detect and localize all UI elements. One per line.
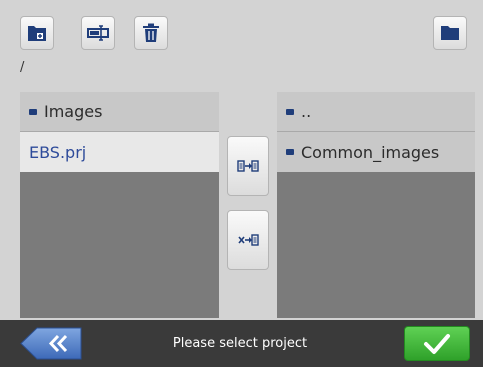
trash-icon (143, 23, 159, 42)
folder-icon (286, 149, 294, 155)
status-message: Please select project (172, 336, 308, 351)
remove-to-list-button[interactable] (227, 210, 269, 270)
right-file-list[interactable]: .. Common_images (277, 92, 475, 318)
rename-button[interactable] (81, 16, 115, 50)
copy-to-list-icon (237, 160, 259, 172)
left-list-header-label: Images (44, 102, 103, 121)
folder-icon (286, 108, 294, 115)
list-item[interactable]: Common_images (277, 132, 475, 172)
back-button[interactable] (20, 327, 83, 360)
new-folder-icon (28, 26, 46, 41)
open-folder-button[interactable] (433, 16, 467, 50)
copy-to-list-button[interactable] (227, 136, 269, 196)
confirm-button[interactable] (404, 326, 470, 361)
list-item[interactable]: EBS.prj (20, 132, 219, 172)
right-list-header-label: .. (301, 102, 312, 121)
checkmark-icon (424, 333, 450, 354)
rename-icon (87, 25, 109, 41)
list-item-label: Common_images (301, 142, 440, 162)
right-list-header[interactable]: .. (277, 92, 475, 132)
folder-icon (441, 26, 459, 40)
current-path: / (20, 60, 25, 75)
folder-icon (29, 108, 37, 115)
delete-button[interactable] (134, 16, 168, 50)
bottom-bar: Please select project (0, 320, 483, 367)
new-folder-button[interactable] (20, 16, 54, 50)
remove-to-list-icon (238, 234, 259, 246)
double-chevron-left-icon (20, 327, 82, 360)
file-manager-screen: / Images EBS.prj .. Common_images Please… (0, 0, 483, 367)
left-file-list[interactable]: Images EBS.prj (20, 92, 219, 318)
left-list-header[interactable]: Images (20, 92, 219, 132)
list-item-label: EBS.prj (29, 142, 87, 162)
